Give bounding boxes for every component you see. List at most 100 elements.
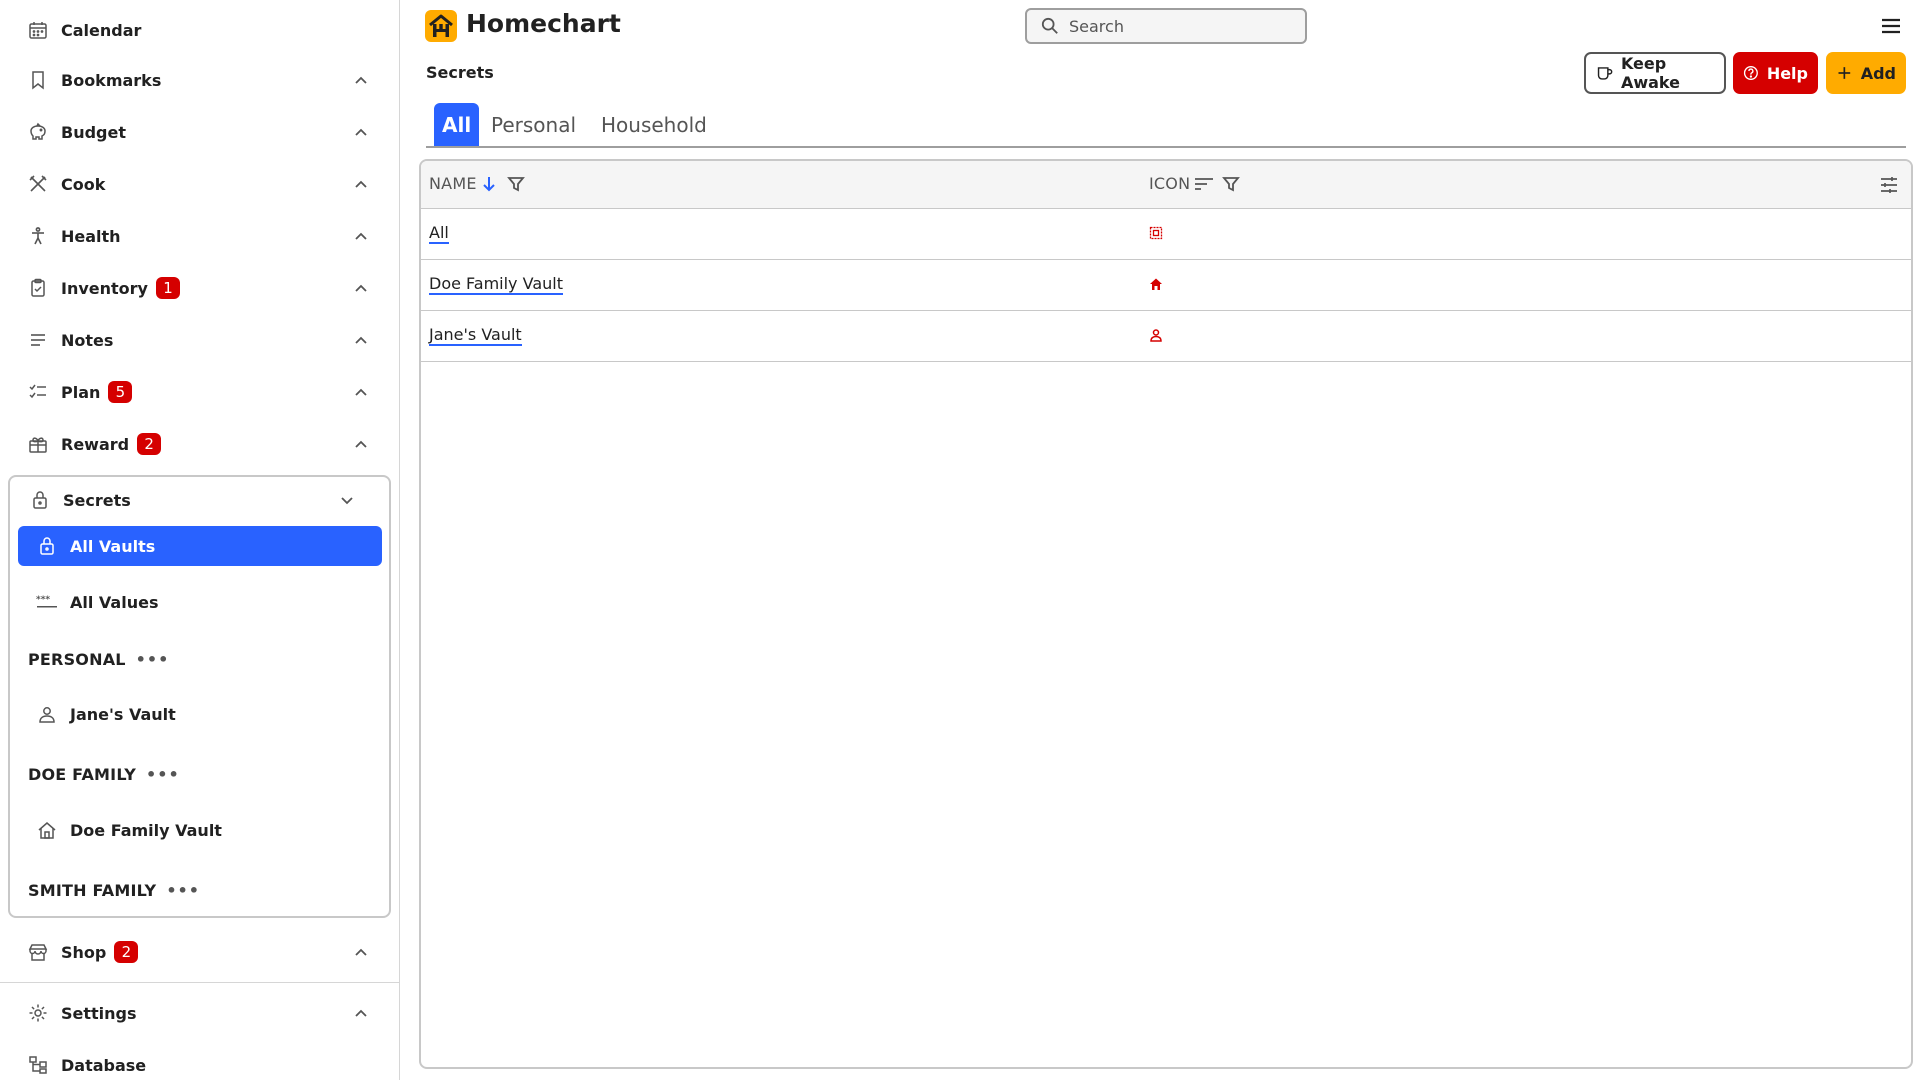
sidebar-item-database[interactable]: Database <box>0 1042 399 1080</box>
sidebar-item-inventory[interactable]: Inventory 1 <box>0 265 399 311</box>
table-header: NAME ICON <box>421 161 1911 209</box>
utensils-icon <box>27 173 49 195</box>
gift-icon <box>27 433 49 455</box>
chevron-up-icon[interactable] <box>351 278 371 298</box>
add-label: Add <box>1860 63 1896 83</box>
tab-household[interactable]: Household <box>593 103 715 146</box>
chevron-up-icon[interactable] <box>351 70 371 90</box>
sidebar-item-health[interactable]: Health <box>0 213 399 259</box>
more-options-icon[interactable]: ••• <box>146 765 180 784</box>
chevron-up-icon[interactable] <box>351 122 371 142</box>
sidebar-item-calendar[interactable]: Calendar <box>0 7 399 53</box>
svg-text:***: *** <box>36 595 50 605</box>
store-icon <box>27 941 49 963</box>
more-options-icon[interactable]: ••• <box>166 881 200 900</box>
chevron-up-icon[interactable] <box>351 226 371 246</box>
vault-name-link[interactable]: All <box>429 224 449 244</box>
column-settings-icon[interactable] <box>1879 175 1899 195</box>
plus-icon <box>1838 67 1851 79</box>
count-badge: 1 <box>155 277 180 299</box>
homechart-logo-icon[interactable] <box>425 10 457 42</box>
table-row[interactable]: Doe Family Vault <box>421 260 1911 311</box>
table-row[interactable]: Jane's Vault <box>421 311 1911 362</box>
chevron-up-icon[interactable] <box>351 174 371 194</box>
vaults-table: NAME ICON All Doe Family Vault Jane's Va… <box>419 159 1913 1069</box>
column-header-name[interactable]: NAME <box>429 174 525 193</box>
search-icon <box>1041 17 1058 34</box>
filter-icon[interactable] <box>506 175 525 193</box>
chevron-up-icon[interactable] <box>351 434 371 454</box>
sidebar-item-reward[interactable]: Reward 2 <box>0 421 399 467</box>
page-title: Secrets <box>426 63 494 82</box>
group-label-smith-family: SMITH FAMILY ••• <box>28 881 200 900</box>
chevron-up-icon[interactable] <box>351 1003 371 1023</box>
search-input[interactable] <box>1069 16 1289 36</box>
chevron-up-icon[interactable] <box>351 330 371 350</box>
group-label-text: PERSONAL <box>28 650 126 669</box>
filter-icon[interactable] <box>1222 175 1241 193</box>
sort-arrow-down-icon[interactable] <box>481 175 497 193</box>
sidebar-item-label: Reward <box>61 434 130 454</box>
chevron-up-icon[interactable] <box>351 382 371 402</box>
sidebar-item-label: Notes <box>61 330 114 350</box>
sidebar-item-notes[interactable]: Notes <box>0 317 399 363</box>
sidebar-item-label: Calendar <box>61 20 142 40</box>
password-dots-icon: *** <box>36 591 58 613</box>
sidebar-item-bookmarks[interactable]: Bookmarks <box>0 57 399 103</box>
clipboard-icon <box>27 277 49 299</box>
app-title: Homechart <box>466 9 621 38</box>
sidebar-item-doe-family-vault[interactable]: Doe Family Vault <box>18 810 382 850</box>
group-label-doe-family: DOE FAMILY ••• <box>28 765 180 784</box>
sidebar-item-label: All Vaults <box>70 536 156 556</box>
lock-icon <box>36 535 58 557</box>
sidebar-item-settings[interactable]: Settings <box>0 990 399 1036</box>
hamburger-menu-icon[interactable] <box>1880 16 1902 36</box>
sidebar-item-all-vaults[interactable]: All Vaults <box>18 526 382 566</box>
piggy-bank-icon <box>27 121 49 143</box>
count-badge: 2 <box>114 941 139 963</box>
add-button[interactable]: Add <box>1826 52 1906 94</box>
sidebar-item-budget[interactable]: Budget <box>0 109 399 155</box>
sidebar-item-label: Shop <box>61 942 107 962</box>
vault-name-link[interactable]: Jane's Vault <box>429 326 522 346</box>
chevron-down-icon[interactable] <box>337 490 357 510</box>
sidebar-item-label: Inventory <box>61 278 148 298</box>
tab-bar: All Personal Household <box>426 103 1906 148</box>
sidebar-item-all-values[interactable]: *** All Values <box>18 582 382 622</box>
sidebar-item-plan[interactable]: Plan 5 <box>0 369 399 415</box>
search-box[interactable] <box>1025 8 1307 44</box>
sidebar-item-label: Database <box>61 1055 147 1075</box>
tab-all[interactable]: All <box>434 103 480 146</box>
sidebar-item-label: Budget <box>61 122 126 142</box>
coffee-cup-icon <box>1597 67 1613 80</box>
sidebar-item-secrets[interactable]: Secrets <box>2 477 385 523</box>
sidebar-item-label: Plan <box>61 382 101 402</box>
keep-awake-button[interactable]: Keep Awake <box>1584 52 1726 94</box>
column-header-label: ICON <box>1149 174 1191 193</box>
sidebar-item-cook[interactable]: Cook <box>0 161 399 207</box>
vault-name-link[interactable]: Doe Family Vault <box>429 275 563 295</box>
secrets-group: Secrets All Vaults *** All Values PERSON… <box>8 475 391 918</box>
help-button[interactable]: Help <box>1733 52 1818 94</box>
gear-icon <box>27 1002 49 1024</box>
sidebar-item-label: Doe Family Vault <box>70 820 222 840</box>
table-row[interactable]: All <box>421 209 1911 260</box>
sidebar-item-label: Secrets <box>63 490 131 510</box>
column-header-icon[interactable]: ICON <box>1149 174 1241 193</box>
sidebar-item-label: Jane's Vault <box>70 704 176 724</box>
sidebar-item-janes-vault[interactable]: Jane's Vault <box>18 694 382 734</box>
count-badge: 2 <box>137 433 162 455</box>
sidebar: Calendar Bookmarks Budget Cook Health In <box>0 0 400 1080</box>
group-label-personal: PERSONAL ••• <box>28 650 169 669</box>
keep-awake-label: Keep Awake <box>1620 54 1680 92</box>
tab-personal[interactable]: Personal <box>483 103 584 146</box>
sidebar-item-label: Cook <box>61 174 106 194</box>
count-badge: 5 <box>108 381 133 403</box>
more-options-icon[interactable]: ••• <box>136 650 170 669</box>
sidebar-item-shop[interactable]: Shop 2 <box>0 929 399 975</box>
sort-lines-icon[interactable] <box>1194 175 1214 193</box>
calendar-icon <box>27 19 49 41</box>
chevron-up-icon[interactable] <box>351 942 371 962</box>
sidebar-item-label: Health <box>61 226 121 246</box>
help-label: Help <box>1766 63 1808 83</box>
